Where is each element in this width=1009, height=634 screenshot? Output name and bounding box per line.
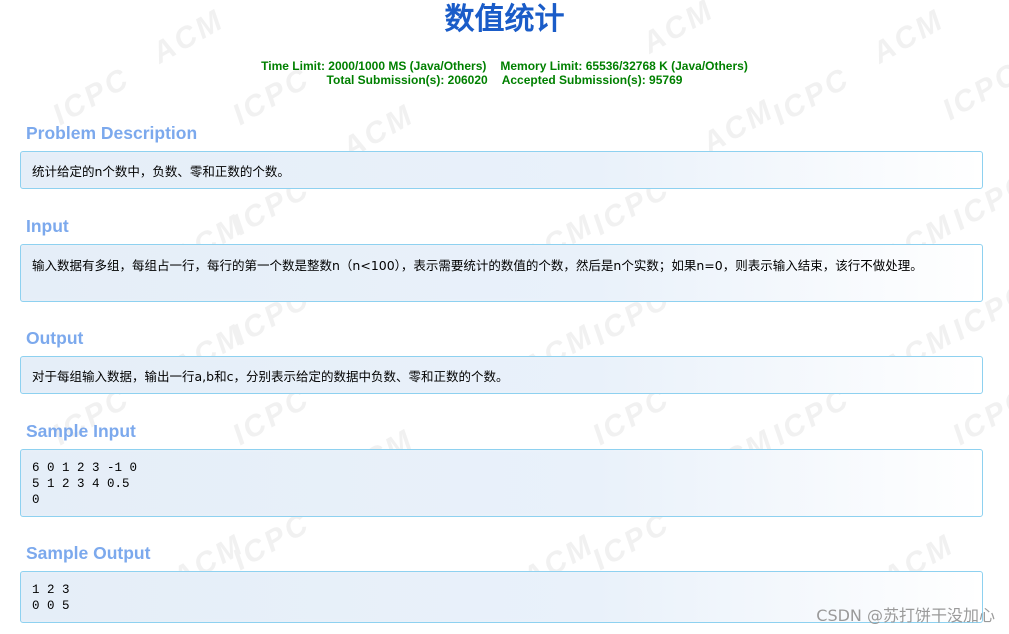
output-panel: 对于每组输入数据，输出一行a,b和c，分别表示给定的数据中负数、零和正数的个数。 [20, 356, 983, 394]
csdn-author-watermark: CSDN @苏打饼干没加心 [816, 606, 995, 625]
input-panel: 输入数据有多组，每组占一行，每行的第一个数是整数n（n<100），表示需要统计的… [20, 244, 983, 302]
description-text: 统计给定的n个数中，负数、零和正数的个数。 [32, 164, 290, 179]
total-submissions: Total Submission(s): 206020 [326, 73, 488, 87]
problem-title: 数值统计 [444, 2, 565, 37]
sample-input-line: 6 0 1 2 3 -1 0 [32, 461, 138, 475]
section-heading-output: Output [26, 328, 84, 348]
description-panel: 统计给定的n个数中，负数、零和正数的个数。 [20, 151, 983, 189]
sample-output-line: 1 2 3 [32, 583, 70, 597]
time-limit: Time Limit: 2000/1000 MS (Java/Others) [261, 59, 487, 73]
background-watermark: ACM ACM ACM ICPC ICPC ICPC ICPC ACM ACM … [0, 0, 1009, 634]
section-heading-description: Problem Description [26, 123, 198, 143]
watermark-icpc: ICPC [587, 506, 677, 577]
section-heading-sample-input: Sample Input [26, 421, 136, 441]
section-heading-input: Input [26, 216, 69, 236]
sample-input-line: 0 [32, 493, 40, 507]
limits-line-2: Total Submission(s): 206020 Accepted Subm… [0, 73, 1009, 87]
limits-line-1: Time Limit: 2000/1000 MS (Java/Others) Me… [0, 59, 1009, 73]
output-text: 对于每组输入数据，输出一行a,b和c，分别表示给定的数据中负数、零和正数的个数。 [32, 369, 509, 384]
section-heading-sample-output: Sample Output [26, 543, 151, 563]
sample-input-panel: 6 0 1 2 3 -1 0 5 1 2 3 4 0.5 0 [20, 449, 983, 517]
problem-limits: Time Limit: 2000/1000 MS (Java/Others) Me… [0, 59, 1009, 87]
sample-input-line: 5 1 2 3 4 0.5 [32, 477, 130, 491]
watermark-icpc: ICPC [227, 506, 317, 577]
accepted-submissions: Accepted Submission(s): 95769 [501, 73, 683, 87]
input-text: 输入数据有多组，每组占一行，每行的第一个数是整数n（n<100），表示需要统计的… [32, 258, 923, 273]
memory-limit: Memory Limit: 65536/32768 K (Java/Others… [500, 59, 748, 73]
